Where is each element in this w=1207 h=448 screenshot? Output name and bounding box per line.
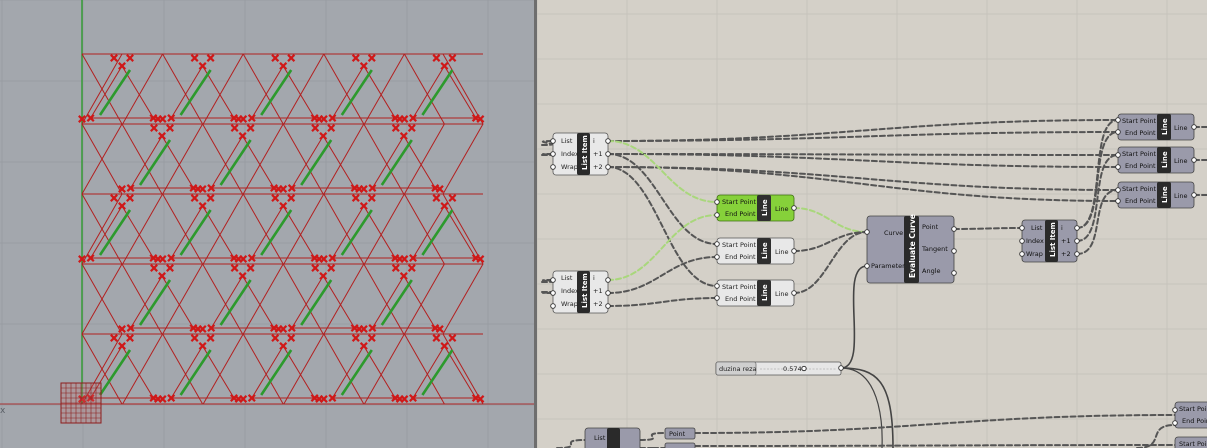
svg-text:Index: Index — [561, 150, 579, 158]
line-component-mid-1[interactable]: Line Start Point End Point Line — [716, 237, 795, 265]
component-nickname: List Item — [581, 135, 589, 170]
svg-text:Wrap: Wrap — [561, 163, 578, 171]
svg-text:Start Point: Start Point — [722, 198, 757, 206]
svg-text:i: i — [593, 137, 595, 145]
svg-text:Line: Line — [1174, 124, 1188, 132]
svg-text:Start Point: Start Point — [1179, 405, 1207, 413]
svg-text:Index: Index — [561, 287, 579, 295]
svg-text:Line: Line — [775, 290, 789, 298]
svg-text:Line: Line — [1174, 157, 1188, 165]
svg-text:+1: +1 — [593, 150, 603, 158]
svg-text:End Point: End Point — [1125, 162, 1156, 170]
line-component-right-2[interactable]: Line Start Point End Point Line — [1117, 146, 1195, 174]
svg-text:End Point: End Point — [725, 253, 756, 261]
svg-text:Line: Line — [1174, 192, 1188, 200]
svg-text:End Point: End Point — [725, 295, 756, 303]
viewport-drawing: x — [0, 0, 534, 448]
svg-text:Line: Line — [775, 205, 789, 213]
point-param-1[interactable]: Point — [664, 427, 696, 440]
line-component-mid-2[interactable]: Line Start Point End Point Line — [716, 279, 795, 307]
gumball-grid-icon[interactable] — [60, 382, 102, 424]
svg-text:List: List — [594, 434, 606, 442]
line-component-right-3[interactable]: Line Start Point End Point Line — [1117, 181, 1195, 209]
point-param-2[interactable] — [664, 442, 696, 448]
svg-text:Wrap: Wrap — [1026, 250, 1043, 258]
grasshopper-canvas[interactable]: List Item List Index Wrap i +1 +2 List I… — [537, 0, 1207, 448]
slider-grip[interactable] — [801, 365, 807, 372]
svg-text:Line: Line — [761, 284, 769, 301]
svg-text:Line: Line — [761, 199, 769, 216]
svg-text:+2: +2 — [593, 300, 603, 308]
svg-text:End Point: End Point — [1182, 417, 1207, 425]
svg-text:+1: +1 — [1061, 237, 1071, 245]
line-component-right-4-partial[interactable]: Start Point End Point Start Point — [1174, 401, 1207, 448]
number-slider[interactable]: duzina reza 0.574 — [715, 361, 842, 376]
list-item-component-4-partial[interactable]: List — [584, 427, 641, 448]
svg-text:Angle: Angle — [922, 267, 941, 275]
svg-text:Start Point: Start Point — [1122, 150, 1157, 158]
svg-text:Line: Line — [1161, 118, 1169, 135]
line-component-selected[interactable]: Line Start Point End Point Line — [716, 194, 795, 222]
svg-text:Point: Point — [922, 223, 939, 231]
svg-text:Point: Point — [669, 430, 686, 438]
svg-text:End Point: End Point — [1125, 197, 1156, 205]
svg-text:Start Point: Start Point — [1122, 185, 1157, 193]
axis-label: x — [0, 406, 6, 416]
svg-text:Line: Line — [761, 242, 769, 259]
svg-text:+1: +1 — [593, 287, 603, 295]
svg-text:List: List — [561, 274, 573, 282]
svg-text:List: List — [1031, 224, 1043, 232]
svg-text:Start Point: Start Point — [722, 283, 757, 291]
svg-text:Line: Line — [1161, 186, 1169, 203]
svg-text:+2: +2 — [593, 163, 603, 171]
svg-text:Evaluate Curve: Evaluate Curve — [908, 214, 917, 278]
svg-text:Wrap: Wrap — [561, 300, 578, 308]
svg-text:i: i — [1061, 224, 1063, 232]
list-item-component-2[interactable]: List Item List Index Wrap i +1 +2 — [552, 270, 609, 314]
evaluate-curve-component[interactable]: Evaluate Curve Curve Parameter Point Tan… — [866, 214, 955, 284]
svg-text:Index: Index — [1026, 237, 1044, 245]
viewport-grid — [0, 0, 534, 448]
list-item-component-1[interactable]: List Item List Index Wrap i +1 +2 — [552, 132, 609, 176]
svg-text:Curve: Curve — [884, 229, 903, 237]
svg-text:End Point: End Point — [1125, 129, 1156, 137]
line-component-right-1[interactable]: Line Start Point End Point Line — [1117, 113, 1195, 141]
list-item-component-3[interactable]: List Item List Index Wrap i +1 +2 — [1021, 219, 1078, 263]
svg-text:List: List — [561, 137, 573, 145]
svg-text:Parameter: Parameter — [871, 262, 905, 270]
svg-text:i: i — [593, 274, 595, 282]
svg-text:End Point: End Point — [725, 210, 756, 218]
slider-label: duzina reza — [719, 365, 757, 373]
svg-text:Start Point: Start Point — [1122, 117, 1157, 125]
slider-value: 0.574 — [783, 365, 802, 373]
svg-text:Tangent: Tangent — [921, 245, 948, 253]
svg-text:Line: Line — [775, 248, 789, 256]
rhino-viewport[interactable]: x — [0, 0, 534, 448]
svg-text:Start Point: Start Point — [1179, 440, 1207, 448]
triangle-pattern — [81, 53, 484, 405]
svg-text:+2: +2 — [1061, 250, 1071, 258]
svg-text:List Item: List Item — [1049, 222, 1057, 257]
svg-text:Line: Line — [1161, 151, 1169, 168]
svg-text:Start Point: Start Point — [722, 241, 757, 249]
gh-canvas-drawing: List Item List Index Wrap i +1 +2 List I… — [537, 0, 1207, 448]
component-nickname: List Item — [581, 273, 589, 308]
